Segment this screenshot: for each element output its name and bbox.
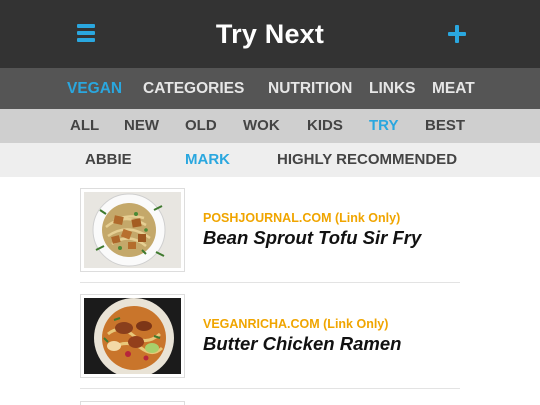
filter-tab-bar: ALL NEW OLD WOK KIDS TRY BEST xyxy=(0,109,540,143)
primary-tab-bar: VEGAN CATEGORIES NUTRITION LINKS MEAT xyxy=(0,68,540,109)
tab-abbie[interactable]: ABBIE xyxy=(85,143,132,177)
recipe-thumbnail-partial[interactable] xyxy=(80,401,185,405)
tab-kids[interactable]: KIDS xyxy=(307,109,343,143)
tab-nutrition[interactable]: NUTRITION xyxy=(268,68,352,109)
recipe-list-item[interactable]: VEGANRICHA.COM (Link Only) Butter Chicke… xyxy=(80,283,460,389)
tab-highly-recommended[interactable]: HIGHLY RECOMMENDED xyxy=(277,143,457,177)
app-header: Try Next xyxy=(0,0,540,68)
hamburger-menu-icon[interactable] xyxy=(77,24,95,42)
recipe-title[interactable]: Bean Sprout Tofu Sir Fry xyxy=(203,227,421,249)
recipe-title[interactable]: Butter Chicken Ramen xyxy=(203,333,401,355)
tab-best[interactable]: BEST xyxy=(425,109,465,143)
tab-all[interactable]: ALL xyxy=(70,109,99,143)
ramen-bowl-photo xyxy=(84,298,181,374)
recipe-source[interactable]: POSHJOURNAL.COM (Link Only) xyxy=(203,211,400,225)
recipe-list: POSHJOURNAL.COM (Link Only) Bean Sprout … xyxy=(0,177,540,405)
tab-try[interactable]: TRY xyxy=(369,109,398,143)
tofu-stir-fry-photo xyxy=(84,192,181,268)
tab-meat[interactable]: MEAT xyxy=(432,68,475,109)
recipe-thumbnail[interactable] xyxy=(80,188,185,272)
tab-categories[interactable]: CATEGORIES xyxy=(143,68,244,109)
user-tab-bar: ABBIE MARK HIGHLY RECOMMENDED xyxy=(0,143,540,177)
page-title: Try Next xyxy=(215,18,325,49)
tab-new[interactable]: NEW xyxy=(124,109,159,143)
recipe-thumbnail[interactable] xyxy=(80,294,185,378)
tab-mark[interactable]: MARK xyxy=(185,143,230,177)
tab-vegan[interactable]: VEGAN xyxy=(67,68,122,109)
recipe-source[interactable]: VEGANRICHA.COM (Link Only) xyxy=(203,317,388,331)
recipe-list-item[interactable]: POSHJOURNAL.COM (Link Only) Bean Sprout … xyxy=(80,177,460,283)
plus-icon[interactable] xyxy=(448,25,466,43)
tab-old[interactable]: OLD xyxy=(185,109,217,143)
tab-links[interactable]: LINKS xyxy=(369,68,416,109)
tab-wok[interactable]: WOK xyxy=(243,109,280,143)
